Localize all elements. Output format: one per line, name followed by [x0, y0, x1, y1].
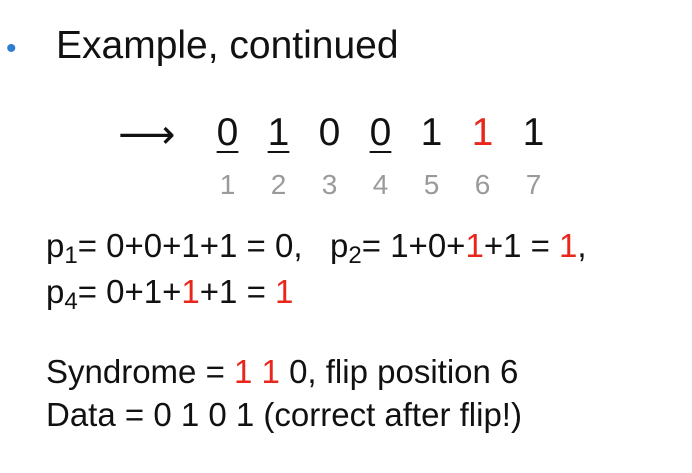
- bit-2: 1: [267, 111, 290, 154]
- bit-3: 0: [318, 111, 341, 154]
- codeword-bits: 0 1 0 0 1 1 1: [202, 111, 559, 155]
- position-label: 1: [219, 169, 236, 200]
- position-label: 6: [474, 169, 491, 200]
- bullet-point: •: [6, 32, 17, 65]
- position-label: 7: [525, 169, 542, 200]
- position-label: 5: [423, 169, 440, 200]
- p2-equation: p2= 1+0+1+1 = 1,: [330, 227, 587, 269]
- bit-positions: 1 2 3 4 5 6 7: [202, 169, 559, 201]
- p1-equation: p1= 0+0+1+1 = 0,: [46, 227, 303, 269]
- slide-heading: Example, continued: [56, 24, 399, 67]
- position-label: 2: [270, 169, 287, 200]
- bit-6: 1: [471, 111, 494, 154]
- parity-line-1: p1= 0+0+1+1 = 0, p2= 1+0+1+1 = 1,: [46, 227, 587, 269]
- parity-line-2: p4= 0+1+1+1 = 1: [46, 273, 294, 315]
- bit-1: 0: [216, 111, 239, 154]
- bit-4: 0: [369, 111, 392, 154]
- position-label: 4: [372, 169, 389, 200]
- right-arrow-icon: ⟶: [118, 113, 176, 157]
- bit-7: 1: [522, 111, 545, 154]
- syndrome-line: Syndrome = 1 1 0, flip position 6: [46, 353, 519, 390]
- p4-equation: p4= 0+1+1+1 = 1: [46, 273, 294, 315]
- position-label: 3: [321, 169, 338, 200]
- bit-5: 1: [420, 111, 443, 154]
- data-line: Data = 0 1 0 1 (correct after flip!): [46, 396, 522, 433]
